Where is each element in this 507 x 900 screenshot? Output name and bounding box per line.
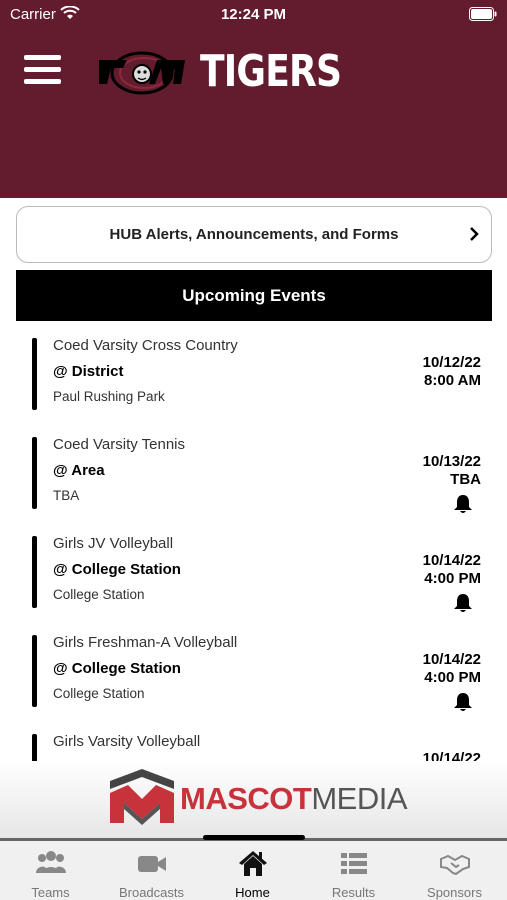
event-opponent: @ Area [53, 462, 105, 479]
event-name: Girls JV Volleyball [53, 535, 174, 552]
event-date: 10/14/22 [422, 552, 481, 569]
tab-label: Results [331, 885, 376, 900]
event-time: 4:00 PM [424, 570, 481, 587]
events-list: Coed Varsity Cross Country @ District Pa… [0, 321, 507, 761]
event-item[interactable]: Coed Varsity Cross Country @ District Pa… [0, 321, 507, 420]
event-opponent: @ District [53, 363, 124, 380]
tab-home[interactable]: Home [202, 841, 303, 900]
bell-icon[interactable] [452, 691, 474, 713]
video-camera-icon [138, 856, 166, 872]
sponsor-brand: MASCOTMEDIA [180, 781, 408, 817]
sponsor-banner[interactable]: MASCOTMEDIA [0, 761, 507, 838]
tab-results[interactable]: Results [303, 841, 404, 900]
tab-label: Home [235, 885, 270, 900]
event-time: TBA [450, 471, 481, 488]
upcoming-events-header: Upcoming Events [16, 270, 492, 321]
event-name: Coed Varsity Cross Country [53, 337, 238, 354]
app-header: Carrier 12:24 PM TIGERS [0, 0, 507, 198]
event-item[interactable]: Coed Varsity Tennis @ Area TBA 10/13/22 … [0, 420, 507, 519]
event-location: Paul Rushing Park [53, 389, 165, 404]
event-date: 10/12/22 [422, 354, 481, 371]
tab-broadcasts[interactable]: Broadcasts [101, 841, 202, 900]
event-date: 10/13/22 [422, 453, 481, 470]
sponsor-brand-part2: MEDIA [311, 781, 408, 816]
chevron-right-icon [470, 227, 479, 241]
school-logo-icon [99, 51, 185, 95]
event-opponent: @ College Station [53, 561, 181, 578]
bottom-tab-bar: Teams Broadcasts Home Results Sponsors [0, 841, 507, 900]
event-item[interactable]: Girls JV Volleyball @ College Station Co… [0, 519, 507, 618]
event-location: College Station [53, 686, 145, 701]
team-name: TIGERS [200, 46, 342, 97]
bell-icon[interactable] [452, 493, 474, 515]
event-accent-bar [32, 338, 37, 410]
home-indicator [203, 835, 305, 840]
tab-sponsors[interactable]: Sponsors [404, 841, 505, 900]
hub-alerts-label: HUB Alerts, Announcements, and Forms [109, 226, 399, 243]
tab-label: Broadcasts [118, 885, 185, 900]
event-item[interactable]: Girls Varsity Volleyball 10/14/22 [0, 717, 507, 761]
event-time: 8:00 AM [424, 372, 481, 389]
event-date: 10/14/22 [422, 651, 481, 668]
tab-label: Sponsors [427, 885, 482, 900]
event-location: TBA [53, 488, 80, 503]
tab-label: Teams [31, 885, 70, 900]
bell-icon[interactable] [452, 592, 474, 614]
event-time: 4:00 PM [424, 669, 481, 686]
event-name: Coed Varsity Tennis [53, 436, 186, 453]
event-name: Girls Varsity Volleyball [53, 733, 201, 750]
event-name: Girls Freshman-A Volleyball [53, 634, 238, 651]
status-bar: Carrier 12:24 PM [0, 0, 507, 28]
list-icon [341, 853, 367, 874]
event-accent-bar [32, 437, 37, 509]
sponsor-brand-part1: MASCOT [180, 781, 312, 816]
hub-alerts-button[interactable]: HUB Alerts, Announcements, and Forms [16, 206, 492, 263]
event-accent-bar [32, 536, 37, 608]
home-icon [239, 851, 267, 876]
event-item[interactable]: Girls Freshman-A Volleyball @ College St… [0, 618, 507, 717]
tab-teams[interactable]: Teams [0, 841, 101, 900]
event-accent-bar [32, 635, 37, 707]
battery-icon [469, 7, 497, 21]
event-location: College Station [53, 587, 145, 602]
handshake-icon [440, 854, 470, 876]
mascot-media-logo-icon [110, 769, 174, 825]
event-opponent: @ College Station [53, 660, 181, 677]
hamburger-menu-icon[interactable] [24, 55, 61, 85]
event-accent-bar [32, 734, 37, 761]
teams-icon [36, 851, 66, 873]
status-time: 12:24 PM [220, 6, 287, 23]
event-date: 10/14/22 [422, 750, 481, 761]
